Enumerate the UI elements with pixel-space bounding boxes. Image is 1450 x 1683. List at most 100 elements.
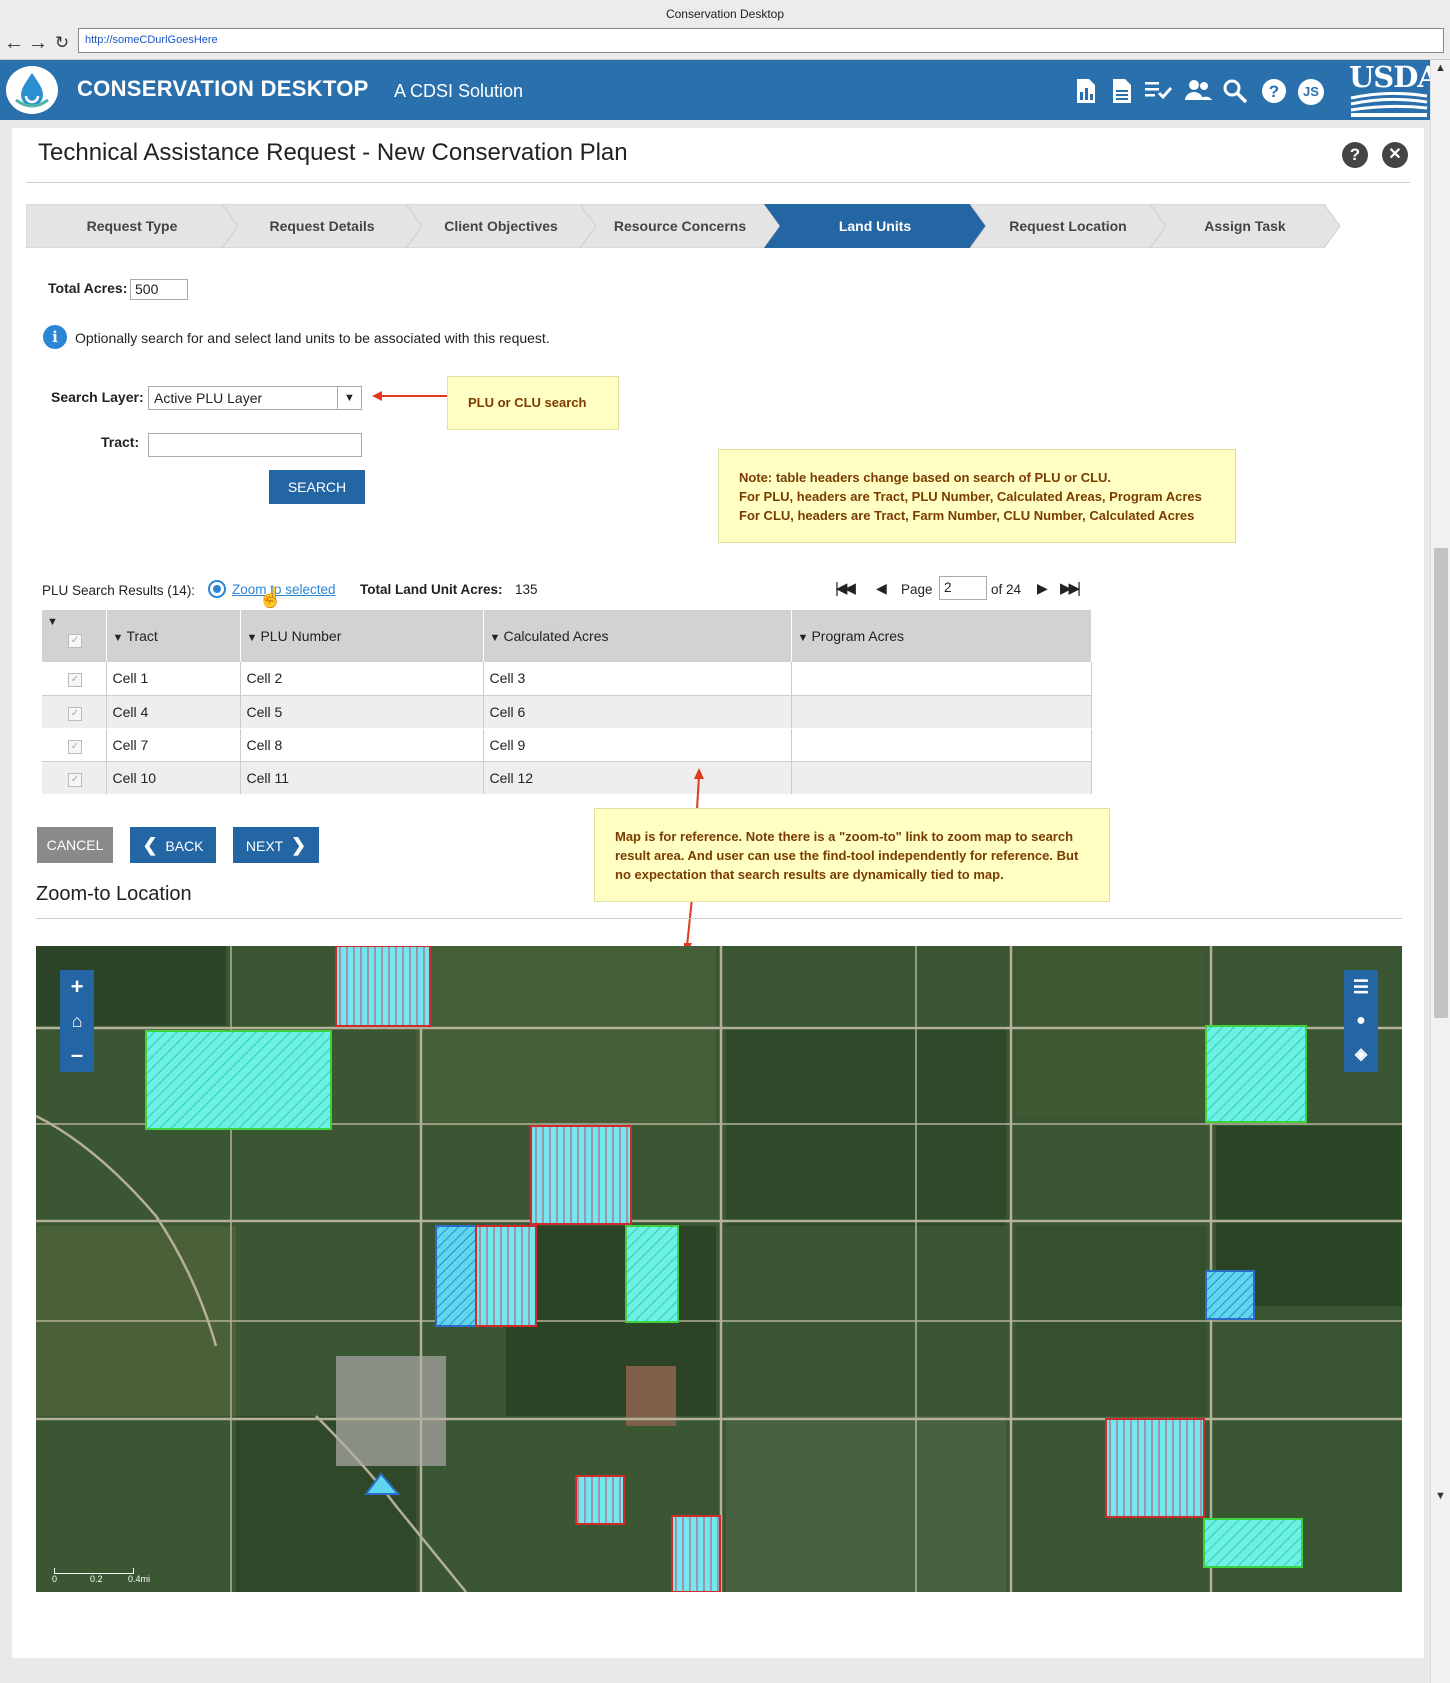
table-cell: Cell 1 — [106, 662, 241, 696]
browser-toolbar: ← → ↻ http://someCDurlGoesHere — [0, 28, 1450, 60]
column-header-program-acres[interactable]: ▼ Program Acres — [791, 610, 1092, 662]
report-icon[interactable] — [1072, 78, 1100, 106]
search-button[interactable]: SEARCH — [269, 470, 365, 504]
search-icon[interactable] — [1221, 78, 1249, 106]
page-scrollbar[interactable]: ▲ ▼ — [1430, 60, 1450, 1683]
step-request-location[interactable]: Request Location — [970, 204, 1166, 248]
sort-caret-icon: ▼ — [489, 632, 504, 644]
page-total-label: of 24 — [991, 582, 1022, 597]
scroll-down-icon[interactable]: ▼ — [1435, 1490, 1446, 1502]
row-checkbox-cell[interactable]: ✓ — [42, 662, 107, 696]
row-checkbox[interactable]: ✓ — [68, 706, 82, 721]
results-count-label: PLU Search Results (14): — [42, 583, 196, 598]
sort-caret-icon: ▼ — [112, 632, 127, 644]
last-page-icon[interactable]: ▶▶| — [1060, 579, 1081, 597]
tract-label: Tract: — [101, 434, 140, 450]
map-view[interactable]: 0 0.2 0.4mi + ⌂ – ☰ ● ◈ — [36, 946, 1402, 1592]
zoom-in-icon[interactable]: + — [60, 970, 94, 1004]
search-layer-value: Active PLU Layer — [154, 390, 263, 406]
column-header-plu-number[interactable]: ▼ PLU Number — [240, 610, 484, 662]
back-arrow-icon[interactable]: ← — [4, 32, 24, 54]
back-button-label: BACK — [165, 838, 204, 854]
zoom-out-icon[interactable]: – — [60, 1038, 94, 1072]
svg-text:?: ? — [1269, 82, 1279, 101]
next-page-icon[interactable]: ▶ — [1037, 580, 1048, 597]
row-checkbox-cell[interactable]: ✓ — [42, 695, 107, 729]
next-button[interactable]: NEXT ❯ — [233, 827, 319, 863]
sticky-note-line: For PLU, headers are Tract, PLU Number, … — [739, 489, 1202, 504]
row-checkbox[interactable]: ✓ — [68, 673, 82, 688]
user-initials: JS — [1303, 84, 1319, 99]
scrollbar-thumb[interactable] — [1434, 548, 1448, 1018]
search-layer-select[interactable]: Active PLU Layer ▼ — [148, 386, 362, 410]
table-row[interactable]: ✓ Cell 4 Cell 5 Cell 6 — [42, 695, 1092, 729]
page-number-input[interactable]: 2 — [939, 576, 987, 600]
step-resource-concerns[interactable]: Resource Concerns — [580, 204, 780, 248]
row-checkbox-cell[interactable]: ✓ — [42, 728, 107, 762]
zoom-to-icon[interactable] — [208, 580, 226, 598]
column-header-tract[interactable]: ▼ Tract — [106, 610, 241, 662]
row-checkbox-cell[interactable]: ✓ — [42, 761, 107, 795]
table-cell: Cell 11 — [240, 761, 484, 795]
first-page-icon[interactable]: |◀◀ — [835, 579, 856, 597]
basemap-icon[interactable]: ● — [1344, 1004, 1378, 1038]
column-header-label: Program Acres — [811, 628, 905, 644]
find-tool-icon[interactable]: ◈ — [1344, 1038, 1378, 1072]
zoom-to-selected-link[interactable]: Zoom to selected — [232, 582, 336, 597]
sticky-note-line: Map is for reference. Note there is a "z… — [615, 829, 1074, 844]
user-avatar[interactable]: JS — [1297, 78, 1325, 106]
usda-wordmark: USDA — [1349, 60, 1440, 94]
app-subtitle: A CDSI Solution — [394, 81, 524, 101]
help-icon[interactable]: ? — [1260, 78, 1288, 106]
page-help-icon[interactable]: ? — [1342, 142, 1368, 168]
document-icon[interactable] — [1108, 78, 1136, 106]
close-icon[interactable]: ✕ — [1382, 142, 1408, 168]
info-icon: i — [43, 325, 67, 349]
scroll-up-icon[interactable]: ▲ — [1435, 62, 1446, 74]
section-divider — [36, 918, 1402, 919]
hand-cursor-icon: ☝ — [258, 587, 283, 609]
layers-list-icon[interactable]: ☰ — [1344, 970, 1378, 1004]
sticky-note-headers: Note: table headers change based on sear… — [718, 449, 1236, 543]
step-request-type[interactable]: Request Type — [26, 204, 238, 248]
reload-icon[interactable]: ↻ — [52, 32, 72, 54]
address-bar[interactable]: http://someCDurlGoesHere — [78, 28, 1444, 53]
chevron-down-icon[interactable]: ▼ — [337, 387, 361, 409]
page-title: Technical Assistance Request - New Conse… — [38, 139, 628, 166]
row-checkbox[interactable]: ✓ — [68, 739, 82, 754]
table-cell — [791, 761, 1092, 795]
select-all-header[interactable]: ▼ ✓ — [42, 610, 107, 662]
table-cell: Cell 8 — [240, 728, 484, 762]
column-header-calculated-acres[interactable]: ▼ Calculated Acres — [483, 610, 792, 662]
step-land-units[interactable]: Land Units — [764, 204, 986, 248]
sticky-note-line: result area. And user can use the find-t… — [615, 848, 1079, 863]
back-button[interactable]: ❮ BACK — [130, 827, 216, 863]
step-label: Request Location — [1009, 218, 1127, 234]
step-request-details[interactable]: Request Details — [222, 204, 422, 248]
cancel-button[interactable]: CANCEL — [37, 827, 113, 863]
row-checkbox[interactable]: ✓ — [68, 772, 82, 787]
app-header: CONSERVATION DESKTOP A CDSI Solution ? J… — [0, 60, 1440, 120]
table-row[interactable]: ✓ Cell 7 Cell 8 Cell 9 — [42, 728, 1092, 762]
select-all-checkbox[interactable]: ✓ — [68, 634, 82, 648]
table-row[interactable]: ✓ Cell 10 Cell 11 Cell 12 — [42, 761, 1092, 795]
sort-caret-icon[interactable]: ▼ — [47, 616, 58, 628]
total-acres-input[interactable]: 500 — [130, 279, 188, 300]
page-label: Page — [901, 582, 933, 597]
forward-arrow-icon[interactable]: → — [28, 32, 48, 54]
table-cell: Cell 9 — [483, 728, 792, 762]
table-cell — [791, 728, 1092, 762]
table-row[interactable]: ✓ Cell 1 Cell 2 Cell 3 — [42, 662, 1092, 696]
home-icon[interactable]: ⌂ — [60, 1004, 94, 1038]
step-client-objectives[interactable]: Client Objectives — [406, 204, 596, 248]
map-widget-controls: ☰ ● ◈ — [1344, 970, 1378, 1072]
total-acres-label: Total Acres: — [48, 280, 128, 296]
scale-label: 0.2 — [90, 1574, 103, 1584]
tract-input[interactable] — [148, 433, 362, 457]
sort-caret-icon: ▼ — [797, 632, 812, 644]
search-layer-label: Search Layer: — [51, 389, 144, 405]
checklist-icon[interactable] — [1144, 78, 1173, 106]
step-assign-task[interactable]: Assign Task — [1150, 204, 1340, 248]
people-icon[interactable] — [1184, 78, 1212, 106]
prev-page-icon[interactable]: ◀ — [876, 580, 887, 597]
